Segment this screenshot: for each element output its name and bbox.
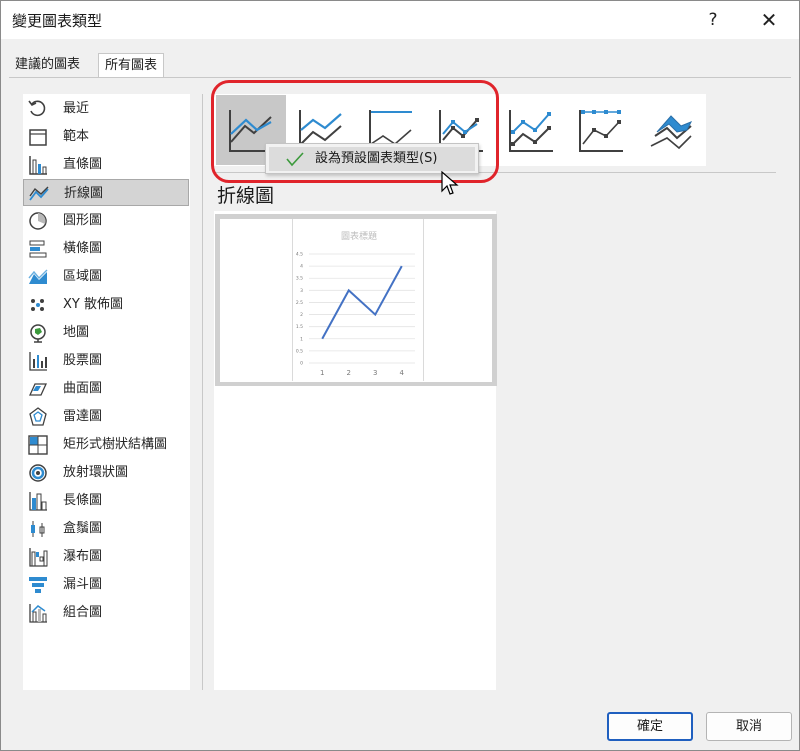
3d-line-subtype-icon bbox=[650, 115, 693, 150]
tab-divider bbox=[9, 77, 791, 78]
category-radar-chart[interactable]: 雷達圖 bbox=[23, 403, 189, 430]
category-label: 長條圖 bbox=[63, 493, 103, 508]
x-tick-label: 4 bbox=[400, 369, 405, 377]
change-chart-type-dialog: 變更圖表類型 ? ✕ 建議的圖表 所有圖表 最近範本直條圖折線圖圓形圖橫條圖區域… bbox=[0, 0, 800, 751]
100-stacked-line-markers-subtype-icon bbox=[579, 110, 623, 152]
template-icon bbox=[27, 126, 49, 148]
category-area-chart[interactable]: 區域圖 bbox=[23, 263, 189, 290]
subtype-stacked-line-with-markers[interactable] bbox=[496, 95, 566, 165]
pie-chart-icon bbox=[27, 210, 49, 232]
category-label: 橫條圖 bbox=[63, 241, 103, 256]
category-label: 漏斗圖 bbox=[63, 577, 103, 592]
stock-chart-icon bbox=[27, 350, 49, 372]
category-treemap-chart[interactable]: 矩形式樹狀結構圖 bbox=[23, 431, 189, 458]
recent-icon bbox=[27, 98, 49, 120]
category-waterfall-chart[interactable]: 瀑布圖 bbox=[23, 543, 189, 570]
area-chart-icon bbox=[27, 266, 49, 288]
category-funnel-chart[interactable]: 漏斗圖 bbox=[23, 571, 189, 598]
category-bar-chart[interactable]: 橫條圖 bbox=[23, 235, 189, 262]
category-label: 圓形圖 bbox=[63, 213, 103, 228]
category-line-chart[interactable]: 折線圖 bbox=[23, 179, 189, 206]
category-label: 矩形式樹狀結構圖 bbox=[63, 437, 168, 452]
context-menu: 設為預設圖表類型(S) bbox=[265, 143, 479, 174]
category-histogram-chart[interactable]: 長條圖 bbox=[23, 487, 189, 514]
subtype-100-stacked-line-with-markers[interactable] bbox=[566, 95, 636, 165]
funnel-chart-icon bbox=[27, 574, 49, 596]
y-tick-label: 0.5 bbox=[296, 348, 303, 354]
chart-title: 圖表標題 bbox=[341, 230, 377, 242]
category-label: 區域圖 bbox=[63, 269, 103, 284]
category-pie-chart[interactable]: 圓形圖 bbox=[23, 207, 189, 234]
check-icon bbox=[286, 152, 304, 167]
title-bar: 變更圖表類型 ? ✕ bbox=[1, 1, 799, 39]
category-scatter-chart[interactable]: XY 散佈圖 bbox=[23, 291, 189, 318]
section-heading: 折線圖 bbox=[217, 185, 275, 207]
category-map-chart[interactable]: 地圖 bbox=[23, 319, 189, 346]
close-button[interactable]: ✕ bbox=[755, 7, 783, 33]
category-label: 瀑布圖 bbox=[63, 549, 103, 564]
category-box-whisker-chart[interactable]: 盒鬚圖 bbox=[23, 515, 189, 542]
subtype-3d-line[interactable] bbox=[636, 95, 706, 165]
map-chart-icon bbox=[27, 322, 49, 344]
category-label: 曲面圖 bbox=[63, 381, 103, 396]
x-tick-label: 3 bbox=[373, 369, 377, 377]
y-tick-label: 0 bbox=[300, 361, 303, 367]
y-tick-label: 4.5 bbox=[296, 252, 303, 258]
panel-divider bbox=[202, 94, 203, 690]
category-label: XY 散佈圖 bbox=[63, 297, 123, 312]
histogram-chart-icon bbox=[27, 490, 49, 512]
preview-line-chart: 圖表標題 4.5 4 3.5 3 2.5 2 1.5 1 0.5 0 1 2 3 4 bbox=[296, 230, 415, 377]
category-label: 放射環狀圖 bbox=[63, 465, 129, 480]
cancel-button[interactable]: 取消 bbox=[706, 712, 792, 741]
treemap-chart-icon bbox=[27, 434, 49, 456]
category-surface-chart[interactable]: 曲面圖 bbox=[23, 375, 189, 402]
set-default-chart-menu-item[interactable]: 設為預設圖表類型(S) bbox=[269, 147, 475, 171]
column-chart-icon bbox=[27, 154, 49, 176]
category-label: 地圖 bbox=[63, 325, 90, 340]
category-sunburst-chart[interactable]: 放射環狀圖 bbox=[23, 459, 189, 486]
scatter-chart-icon bbox=[27, 294, 49, 316]
mouse-cursor-icon bbox=[441, 171, 459, 195]
category-column-chart[interactable]: 直條圖 bbox=[23, 151, 189, 178]
category-template[interactable]: 範本 bbox=[23, 123, 189, 150]
category-label: 盒鬚圖 bbox=[63, 521, 103, 536]
category-label: 範本 bbox=[63, 129, 90, 144]
category-combo-chart[interactable]: 組合圖 bbox=[23, 599, 189, 626]
category-stock-chart[interactable]: 股票圖 bbox=[23, 347, 189, 374]
sunburst-chart-icon bbox=[27, 462, 49, 484]
category-label: 最近 bbox=[63, 101, 90, 116]
y-tick-label: 1 bbox=[300, 336, 303, 342]
y-tick-label: 4 bbox=[300, 264, 303, 270]
bar-chart-icon bbox=[27, 238, 49, 260]
y-tick-label: 2 bbox=[300, 312, 303, 318]
chart-category-list: 最近範本直條圖折線圖圓形圖橫條圖區域圖 XY 散佈圖 地圖股票圖曲面圖雷達圖矩形式樹… bbox=[23, 94, 190, 690]
dialog-title: 變更圖表類型 bbox=[12, 12, 103, 30]
waterfall-chart-icon bbox=[27, 546, 49, 568]
preview-chart-page: 圖表標題 4.5 4 3.5 3 2.5 2 1.5 1 0.5 0 1 2 3 4 bbox=[292, 219, 424, 381]
category-recent[interactable]: 最近 bbox=[23, 95, 189, 122]
combo-chart-icon bbox=[27, 602, 49, 624]
box-whisker-chart-icon bbox=[27, 518, 49, 540]
menu-item-label: 設為預設圖表類型(S) bbox=[315, 151, 438, 166]
tab-all-charts[interactable]: 所有圖表 bbox=[98, 53, 165, 78]
help-button[interactable]: ? bbox=[701, 7, 725, 33]
tab-recommended-charts[interactable]: 建議的圖表 bbox=[9, 53, 86, 77]
surface-chart-icon bbox=[27, 378, 49, 400]
category-label: 組合圖 bbox=[63, 605, 103, 620]
category-label: 折線圖 bbox=[64, 186, 104, 201]
category-label: 直條圖 bbox=[63, 157, 103, 172]
stacked-line-markers-subtype-icon bbox=[509, 110, 553, 152]
x-tick-label: 2 bbox=[347, 369, 351, 377]
y-tick-label: 3.5 bbox=[296, 276, 303, 282]
line-chart-icon bbox=[28, 183, 50, 205]
radar-chart-icon bbox=[27, 406, 49, 428]
x-tick-label: 1 bbox=[320, 369, 324, 377]
category-label: 雷達圖 bbox=[63, 409, 103, 424]
ok-button[interactable]: 確定 bbox=[607, 712, 693, 741]
y-tick-label: 1.5 bbox=[296, 324, 303, 330]
y-tick-label: 2.5 bbox=[296, 300, 303, 306]
category-label: 股票圖 bbox=[63, 353, 103, 368]
y-tick-label: 3 bbox=[300, 288, 303, 294]
